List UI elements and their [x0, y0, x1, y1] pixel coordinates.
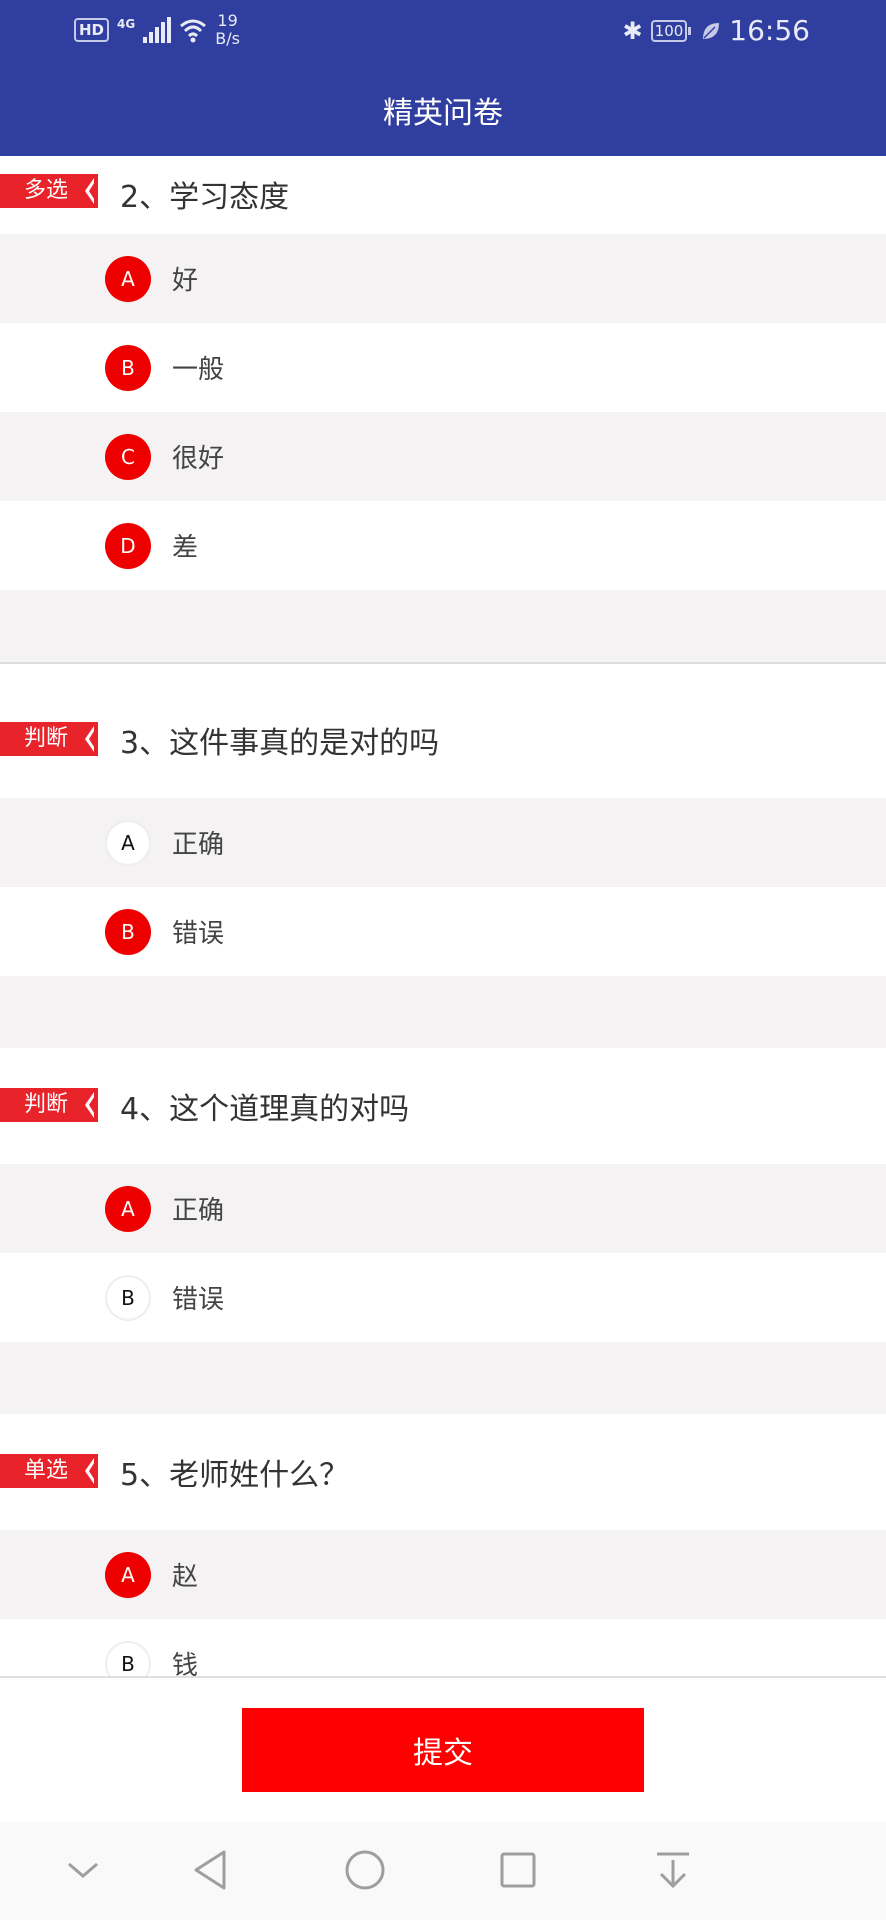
option-text: 正确 — [172, 1196, 225, 1226]
status-left: HD 4G 19 B/s — [74, 12, 240, 48]
status-bar: HD 4G 19 B/s ✱ 100 16:56 — [0, 0, 886, 64]
option-letter[interactable]: C — [105, 433, 151, 480]
option-text: 一般 — [172, 355, 225, 385]
option-row[interactable]: B 钱 — [0, 1619, 886, 1676]
leaf-icon — [703, 22, 720, 39]
option-row[interactable]: A 正确 — [0, 1164, 886, 1253]
data-rate-value: 19 — [217, 11, 238, 30]
option-letter[interactable]: D — [105, 522, 151, 569]
submit-button[interactable]: 提交 — [242, 1708, 644, 1792]
network-type: 4G — [117, 17, 136, 31]
option-letter[interactable]: B — [105, 1640, 151, 1676]
option-row[interactable]: C 很好 — [0, 412, 886, 501]
nav-home-button[interactable] — [335, 1840, 395, 1900]
question-card: 判断 4、这个道理真的对吗 A 正确 B 错误 — [0, 1048, 886, 1416]
question-card: 判断 3、这件事真的是对的吗 A 正确 B 错误 — [0, 682, 886, 1050]
signal-icon — [143, 17, 172, 43]
option-text: 赵 — [172, 1562, 199, 1592]
question-title: 5、老师姓什么？ — [120, 1458, 350, 1493]
footer: 提交 — [0, 1676, 886, 1822]
option-letter[interactable]: A — [105, 1551, 151, 1598]
question-type-tag: 判断 — [0, 722, 98, 756]
home-circle-icon — [345, 1850, 385, 1890]
option-letter[interactable]: B — [105, 908, 151, 955]
question-header: 单选 5、老师姓什么？ — [0, 1414, 886, 1530]
option-row[interactable]: B 错误 — [0, 1253, 886, 1342]
clock: 16:56 — [729, 14, 810, 47]
option-text: 很好 — [172, 444, 225, 474]
option-letter[interactable]: B — [105, 344, 151, 391]
question-header: 判断 3、这件事真的是对的吗 — [0, 682, 886, 798]
section-divider — [0, 976, 886, 1050]
battery-icon: 100 — [650, 19, 691, 42]
question-type-tag: 单选 — [0, 1454, 98, 1488]
status-right: ✱ 100 16:56 — [623, 14, 810, 47]
option-row[interactable]: B 一般 — [0, 323, 886, 412]
question-title: 2、学习态度 — [120, 180, 290, 215]
question-title: 3、这件事真的是对的吗 — [120, 726, 440, 761]
option-row[interactable]: A 正确 — [0, 798, 886, 887]
system-nav-bar — [0, 1822, 886, 1920]
data-rate-unit: B/s — [215, 29, 240, 48]
option-letter[interactable]: B — [105, 1274, 151, 1321]
recents-square-icon — [500, 1852, 536, 1888]
hd-icon: HD — [74, 18, 110, 42]
question-header: 判断 4、这个道理真的对吗 — [0, 1048, 886, 1164]
question-title: 4、这个道理真的对吗 — [120, 1092, 410, 1127]
chevron-down-icon — [68, 1862, 98, 1878]
nav-notification-button[interactable] — [643, 1840, 703, 1900]
question-type-tag: 多选 — [0, 174, 98, 208]
data-rate: 19 B/s — [215, 12, 240, 48]
option-row[interactable]: A 赵 — [0, 1530, 886, 1619]
question-header: 多选 2、学习态度 — [0, 156, 886, 234]
question-type-tag: 判断 — [0, 1088, 98, 1122]
option-letter[interactable]: A — [105, 819, 151, 866]
option-text: 好 — [172, 266, 199, 296]
section-divider — [0, 1342, 886, 1416]
option-text: 错误 — [172, 1285, 225, 1315]
question-list[interactable]: 多选 2、学习态度 A 好 B 一般 C 很好 D 差 判断 3、这件事真的是对… — [0, 156, 886, 1676]
question-card: 单选 5、老师姓什么？ A 赵 B 钱 — [0, 1414, 886, 1676]
page-title: 精英问卷 — [383, 96, 503, 131]
nav-collapse-button[interactable] — [53, 1840, 113, 1900]
option-row[interactable]: B 错误 — [0, 887, 886, 976]
nav-back-button[interactable] — [180, 1840, 240, 1900]
bluetooth-icon: ✱ — [622, 16, 643, 45]
option-row[interactable]: A 好 — [0, 234, 886, 323]
wifi-icon — [180, 19, 207, 43]
option-text: 钱 — [172, 1651, 199, 1676]
nav-recents-button[interactable] — [488, 1840, 548, 1900]
back-triangle-icon — [194, 1850, 226, 1890]
option-letter[interactable]: A — [105, 1185, 151, 1232]
app-bar: 精英问卷 — [0, 64, 886, 156]
option-text: 差 — [172, 533, 199, 563]
pull-down-icon — [657, 1852, 689, 1889]
option-row[interactable]: D 差 — [0, 501, 886, 590]
option-text: 正确 — [172, 830, 225, 860]
section-divider — [0, 590, 886, 664]
question-card: 多选 2、学习态度 A 好 B 一般 C 很好 D 差 — [0, 156, 886, 664]
option-text: 错误 — [172, 919, 225, 949]
option-letter[interactable]: A — [105, 255, 151, 302]
